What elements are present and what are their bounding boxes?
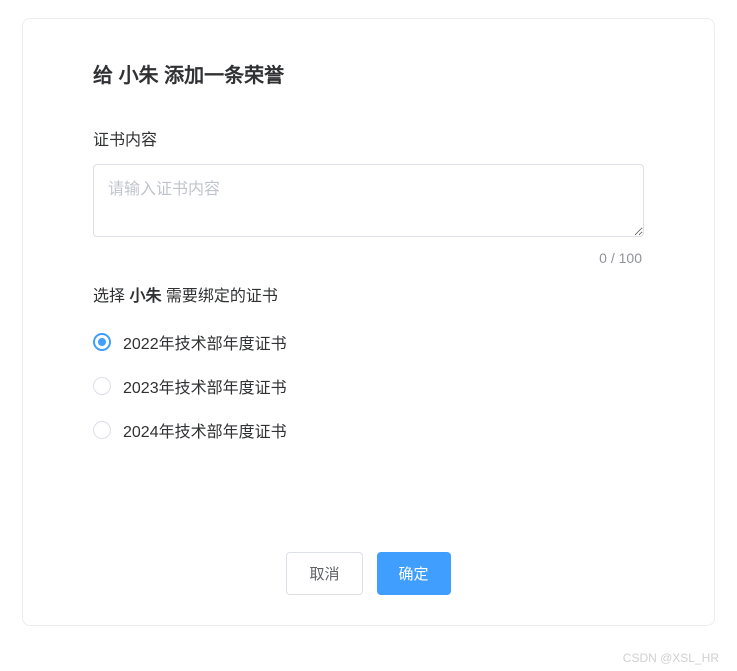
form-title: 给 小朱 添加一条荣誉 <box>93 59 644 88</box>
certificate-radio-group: 2022年技术部年度证书 2023年技术部年度证书 2024年技术部年度证书 <box>93 330 644 442</box>
button-row: 取消 确定 <box>23 552 714 595</box>
bind-prefix: 选择 <box>93 288 129 305</box>
radio-dot-icon <box>98 338 106 346</box>
textarea-wrapper: 0 / 100 <box>93 164 644 242</box>
radio-circle-icon <box>93 377 111 395</box>
title-prefix: 给 <box>93 65 119 87</box>
bind-name: 小朱 <box>129 288 161 305</box>
radio-option-2024[interactable]: 2024年技术部年度证书 <box>93 418 644 442</box>
radio-circle-icon <box>93 333 111 351</box>
radio-label: 2022年技术部年度证书 <box>123 330 287 354</box>
title-suffix: 添加一条荣誉 <box>159 65 285 87</box>
radio-option-2022[interactable]: 2022年技术部年度证书 <box>93 330 644 354</box>
radio-label: 2024年技术部年度证书 <box>123 418 287 442</box>
honor-form-card: 给 小朱 添加一条荣誉 证书内容 0 / 100 选择 小朱 需要绑定的证书 2… <box>22 18 715 626</box>
confirm-button[interactable]: 确定 <box>377 552 451 595</box>
radio-option-2023[interactable]: 2023年技术部年度证书 <box>93 374 644 398</box>
cancel-button[interactable]: 取消 <box>286 552 362 595</box>
radio-circle-icon <box>93 421 111 439</box>
title-name: 小朱 <box>119 65 159 87</box>
content-label: 证书内容 <box>93 126 644 150</box>
bind-suffix: 需要绑定的证书 <box>161 288 277 305</box>
watermark: CSDN @XSL_HR <box>623 651 719 665</box>
content-textarea[interactable] <box>93 164 644 237</box>
bind-label: 选择 小朱 需要绑定的证书 <box>93 282 644 306</box>
char-count: 0 / 100 <box>599 250 642 266</box>
radio-label: 2023年技术部年度证书 <box>123 374 287 398</box>
